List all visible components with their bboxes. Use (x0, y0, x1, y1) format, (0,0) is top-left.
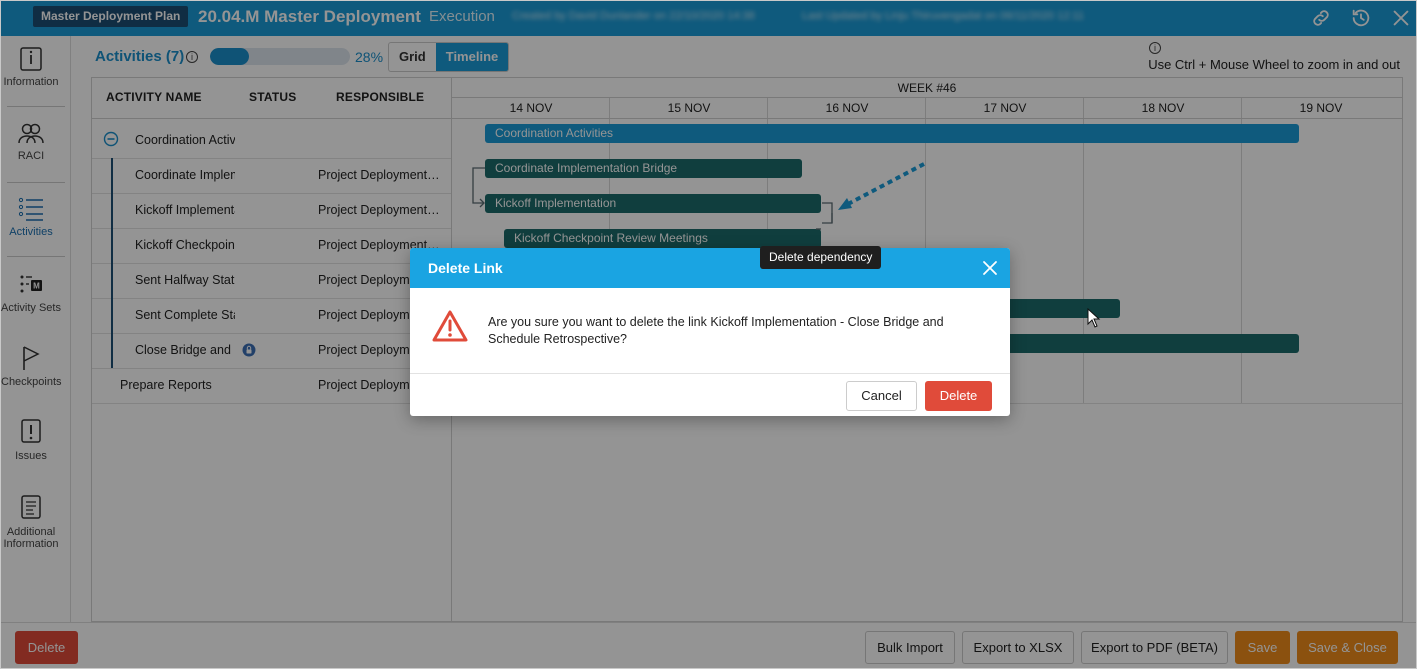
tooltip: Delete dependency (760, 246, 882, 269)
delete-link-dialog: Delete Link Are you sure you want to del… (410, 248, 1010, 416)
app-window: Master Deployment Plan 20.04.M Master De… (0, 0, 1417, 669)
dialog-title: Delete Link (428, 260, 503, 276)
dialog-message: Are you sure you want to delete the link… (488, 315, 944, 346)
dialog-header: Delete Link (410, 248, 1010, 288)
cancel-button[interactable]: Cancel (846, 381, 917, 411)
dialog-body: Are you sure you want to delete the link… (410, 288, 1010, 374)
cursor-icon (1087, 308, 1101, 328)
confirm-delete-button[interactable]: Delete (925, 381, 992, 411)
warning-icon (432, 310, 468, 342)
close-icon[interactable] (982, 260, 998, 276)
